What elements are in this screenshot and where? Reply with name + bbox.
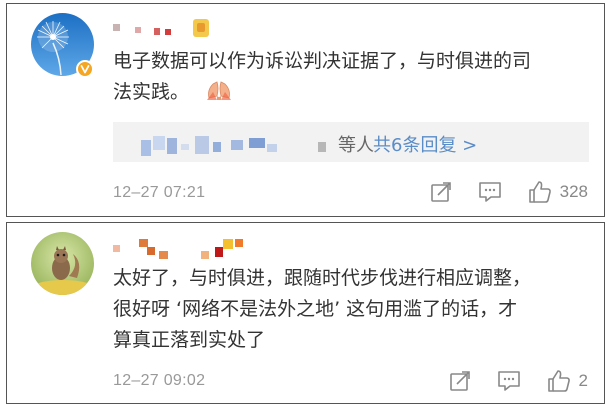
comment-timestamp: 12–27 07:21 [113, 184, 206, 201]
like-count: 328 [559, 182, 588, 201]
comment-line: 很好呀 ‘网络不是法外之地’ 这句用滥了的话，才 [113, 298, 518, 320]
thumbs-up-icon [547, 370, 570, 392]
share-icon [449, 371, 470, 391]
folded-hands-icon [205, 78, 233, 102]
thumbs-up-icon [528, 181, 551, 203]
comment-actions: 328 [404, 180, 588, 204]
view-replies-link[interactable]: 共6条回复 > [373, 131, 477, 157]
comment-actions: 2 [423, 369, 588, 393]
user-avatar[interactable] [31, 232, 94, 295]
share-icon [430, 182, 451, 202]
comment-text: 电子数据可以作为诉讼判决证据了，与时俱进的司 法实践。 [113, 46, 531, 108]
share-button[interactable] [449, 370, 471, 392]
reply-summary[interactable]: 等人 共6条回复 > [113, 122, 589, 162]
reply-button[interactable] [478, 181, 502, 203]
comment-card: 电子数据可以作为诉讼判决证据了，与时俱进的司 法实践。 等人 共6条回复 > 1… [6, 3, 605, 217]
comment-card: 太好了，与时俱进，跟随时代步伐进行相应调整， 很好呀 ‘网络不是法外之地’ 这句… [6, 222, 605, 404]
comment-line: 法实践。 [113, 77, 531, 108]
comment-line: 太好了，与时俱进，跟随时代步伐进行相应调整， [113, 267, 532, 289]
comment-icon [497, 371, 520, 391]
share-button[interactable] [430, 181, 452, 203]
verified-badge-icon [76, 60, 94, 78]
like-count: 2 [578, 371, 588, 390]
squirrel-avatar-icon [31, 232, 94, 295]
comment-line: 电子数据可以作为诉讼判决证据了，与时俱进的司 [113, 50, 532, 72]
comment-timestamp: 12–27 09:02 [113, 372, 206, 389]
like-button[interactable]: 328 [528, 180, 588, 204]
comment-line-text: 法实践。 [113, 81, 190, 103]
comment-icon [478, 182, 501, 202]
comment-line: 算真正落到实处了 [113, 329, 266, 351]
comment-text: 太好了，与时俱进，跟随时代步伐进行相应调整， 很好呀 ‘网络不是法外之地’ 这句… [113, 263, 531, 356]
like-button[interactable]: 2 [547, 369, 588, 393]
reply-people-suffix: 等人 [338, 135, 374, 156]
reply-button[interactable] [497, 370, 521, 392]
